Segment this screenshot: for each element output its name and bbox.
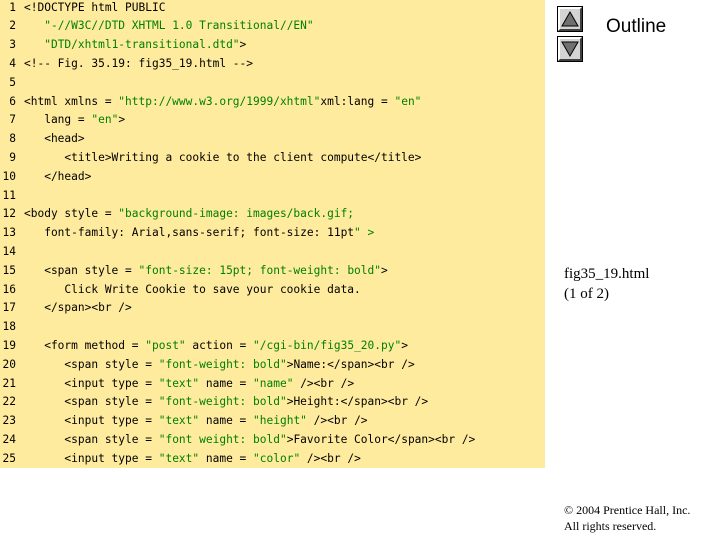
code-line: 24 <span style = "font weight: bold">Fav… xyxy=(0,431,545,450)
code-line: 17 </span><br /> xyxy=(0,299,545,318)
code-line: 22 <span style = "font-weight: bold">Hei… xyxy=(0,393,545,412)
code-line: 19 <form method = "post" action = "/cgi-… xyxy=(0,337,545,356)
line-number: 19 xyxy=(2,338,16,352)
code-line: 25 <input type = "text" name = "color" /… xyxy=(0,450,545,469)
line-number: 7 xyxy=(9,113,16,127)
code-text: lang = "en"> xyxy=(24,113,126,127)
line-number: 14 xyxy=(2,244,16,258)
page-indicator: (1 of 2) xyxy=(564,286,609,302)
line-number: 24 xyxy=(2,432,16,446)
line-number: 6 xyxy=(9,94,16,108)
code-line: 1 <!DOCTYPE html PUBLIC xyxy=(0,0,545,17)
code-line: 3 "DTD/xhtml1-transitional.dtd"> xyxy=(0,36,545,55)
line-number: 12 xyxy=(2,207,16,221)
code-text: <span style = "font-weight: bold">Name:<… xyxy=(24,357,415,371)
code-line: 21 <input type = "text" name = "name" />… xyxy=(0,375,545,394)
code-text: </span><br /> xyxy=(24,301,132,315)
code-text: "DTD/xhtml1-transitional.dtd"> xyxy=(44,38,247,52)
code-line: 4 <!-- Fig. 35.19: fig35_19.html --> xyxy=(0,55,545,74)
previous-slide-button[interactable] xyxy=(557,6,583,32)
next-slide-button[interactable] xyxy=(557,36,583,62)
code-line: 11 xyxy=(0,187,545,206)
copyright-notice: © 2004 Prentice Hall, Inc. All rights re… xyxy=(564,502,690,534)
code-text: <form method = "post" action = "/cgi-bin… xyxy=(24,338,408,352)
line-number: 10 xyxy=(2,169,16,183)
line-number: 4 xyxy=(9,56,16,70)
code-text: <span style = "font-weight: bold">Height… xyxy=(24,395,429,409)
code-text: "-//W3C//DTD XHTML 1.0 Transitional//EN" xyxy=(44,19,314,33)
triangle-down-icon xyxy=(561,41,579,58)
line-number: 17 xyxy=(2,301,16,315)
code-text: <input type = "text" name = "color" /><b… xyxy=(24,451,361,465)
line-number: 11 xyxy=(2,188,16,202)
copyright-line-2: All rights reserved. xyxy=(564,519,657,533)
line-number: 1 xyxy=(9,0,16,14)
line-number: 5 xyxy=(9,75,16,89)
line-number: 9 xyxy=(9,150,16,164)
code-line: 2 "-//W3C//DTD XHTML 1.0 Transitional//E… xyxy=(0,17,545,36)
code-text: <input type = "text" name = "name" /><br… xyxy=(24,376,355,390)
code-text: <span style = "font-size: 15pt; font-wei… xyxy=(24,263,388,277)
code-text: Click Write Cookie to save your cookie d… xyxy=(24,282,361,296)
code-text: <span style = "font weight: bold">Favori… xyxy=(24,432,476,446)
code-text: font-family: Arial,sans-serif; font-size… xyxy=(24,226,375,240)
code-text: </head> xyxy=(24,169,92,183)
code-text: <!DOCTYPE html PUBLIC xyxy=(24,0,166,14)
file-caption: fig35_19.html (1 of 2) xyxy=(564,264,649,304)
code-line: 10 </head> xyxy=(0,168,545,187)
code-line: 23 <input type = "text" name = "height" … xyxy=(0,412,545,431)
code-line: 7 lang = "en"> xyxy=(0,111,545,130)
code-line: 13 font-family: Arial,sans-serif; font-s… xyxy=(0,224,545,243)
triangle-up-icon xyxy=(561,10,579,27)
code-line: 12 <body style = "background-image: image… xyxy=(0,205,545,224)
line-number: 22 xyxy=(2,395,16,409)
line-number: 20 xyxy=(2,357,16,371)
code-line: 14 xyxy=(0,243,545,262)
copyright-line-1: © 2004 Prentice Hall, Inc. xyxy=(564,503,691,517)
code-text: <html xmlns = "http://www.w3.org/1999/xh… xyxy=(24,94,422,108)
code-text: <input type = "text" name = "height" /><… xyxy=(24,414,368,428)
line-number: 21 xyxy=(2,376,16,390)
code-line: 5 xyxy=(0,74,545,93)
line-number: 23 xyxy=(2,414,16,428)
line-number: 18 xyxy=(2,320,16,334)
code-text: <!-- Fig. 35.19: fig35_19.html --> xyxy=(24,56,254,70)
code-line: 20 <span style = "font-weight: bold">Nam… xyxy=(0,356,545,375)
code-text: <title>Writing a cookie to the client co… xyxy=(24,150,422,164)
line-number: 13 xyxy=(2,226,16,240)
line-number: 25 xyxy=(2,451,16,465)
code-line: 6 <html xmlns = "http://www.w3.org/1999/x… xyxy=(0,93,545,112)
outline-label: Outline xyxy=(606,16,667,37)
file-name: fig35_19.html xyxy=(564,266,650,282)
code-line: 8 <head> xyxy=(0,130,545,149)
line-number: 3 xyxy=(9,38,16,52)
code-line: 18 xyxy=(0,318,545,337)
line-number: 16 xyxy=(2,282,16,296)
code-text: <head> xyxy=(24,132,85,146)
code-text: <body style = "background-image: images/… xyxy=(24,207,355,221)
line-number: 2 xyxy=(9,19,16,33)
line-number: 8 xyxy=(9,132,16,146)
code-line: 16 Click Write Cookie to save your cooki… xyxy=(0,281,545,300)
code-line: 9 <title>Writing a cookie to the client … xyxy=(0,149,545,168)
code-line: 15 <span style = "font-size: 15pt; font-… xyxy=(0,262,545,281)
line-number: 15 xyxy=(2,263,16,277)
code-listing: 1 <!DOCTYPE html PUBLIC 2 "-//W3C//DTD XHT… xyxy=(0,0,545,468)
